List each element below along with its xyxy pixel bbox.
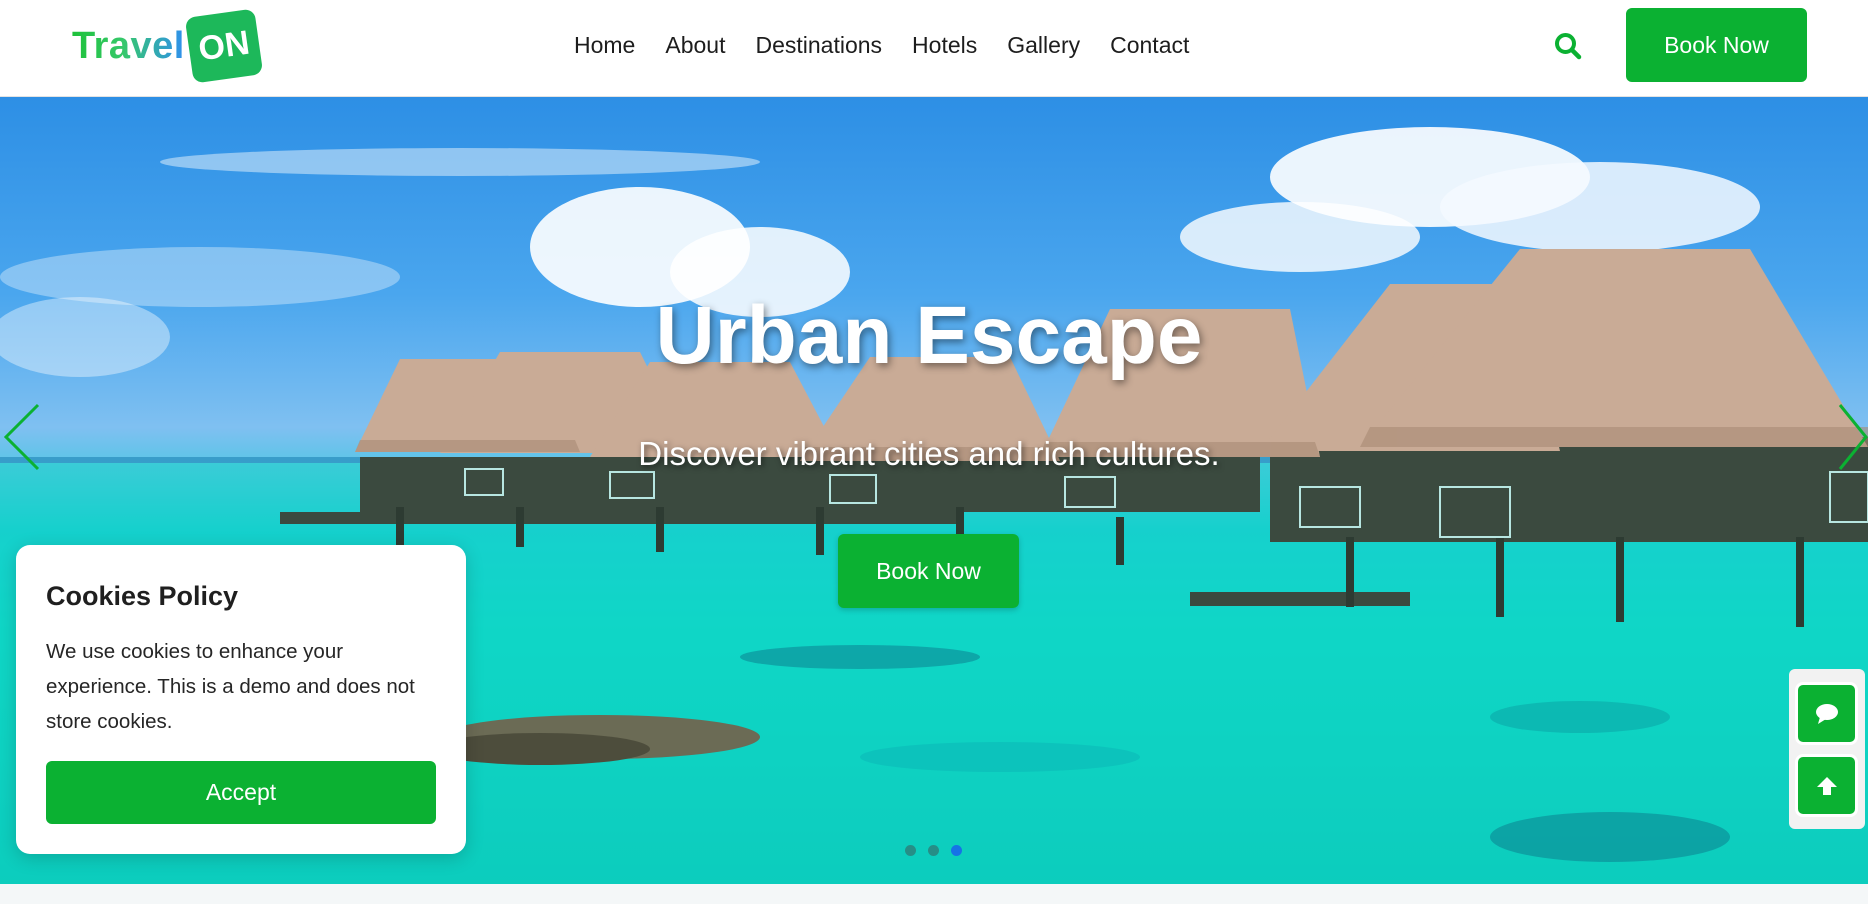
logo-badge: ON (184, 8, 264, 84)
search-button[interactable] (1548, 26, 1588, 66)
chat-button[interactable] (1795, 682, 1858, 745)
hero-book-button[interactable]: Book Now (838, 534, 1019, 608)
back-to-top-button[interactable] (1795, 754, 1858, 817)
nav-item-contact[interactable]: Contact (1110, 28, 1189, 62)
nav-item-hotels[interactable]: Hotels (912, 28, 977, 62)
nav-item-home[interactable]: Home (574, 28, 635, 62)
slider-next-button[interactable] (1836, 397, 1868, 477)
cookie-text: We use cookies to enhance your experienc… (46, 640, 415, 733)
header-book-button[interactable]: Book Now (1626, 8, 1807, 82)
logo-text: Travel (72, 24, 185, 67)
search-icon (1555, 33, 1582, 60)
slider-dot[interactable] (905, 845, 916, 856)
hero-title: Urban Escape (655, 290, 1203, 381)
main-nav: Home About Destinations Hotels Gallery C… (574, 28, 1219, 62)
nav-item-about[interactable]: About (665, 28, 725, 62)
slider-prev-button[interactable] (2, 397, 42, 477)
slider-dot-active[interactable] (951, 845, 962, 856)
hero-subtitle: Discover vibrant cities and rich culture… (638, 435, 1220, 472)
slider-dot[interactable] (928, 845, 939, 856)
nav-item-gallery[interactable]: Gallery (1007, 28, 1080, 62)
cookie-title: Cookies Policy (46, 581, 239, 611)
cookie-policy-dialog: Cookies Policy We use cookies to enhance… (16, 545, 466, 854)
arrow-up-icon (1816, 776, 1837, 795)
site-header: Travel ON Home About Destinations Hotels… (0, 0, 1868, 97)
chevron-right-icon (1838, 404, 1868, 470)
accept-cookies-button[interactable]: Accept (46, 761, 436, 824)
floating-actions (1789, 669, 1865, 829)
next-section (0, 884, 1868, 904)
slider-dots (905, 845, 962, 856)
chevron-left-icon (3, 403, 40, 471)
chat-icon (1815, 703, 1838, 724)
nav-item-destinations[interactable]: Destinations (755, 28, 882, 62)
logo[interactable]: Travel ON (72, 8, 264, 84)
